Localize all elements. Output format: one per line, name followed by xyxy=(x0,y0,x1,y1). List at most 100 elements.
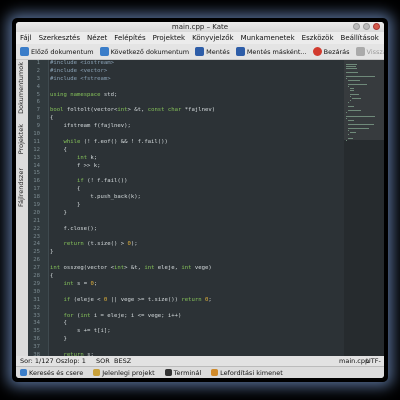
minimap-line xyxy=(350,100,351,102)
code-text: #include <iostream> xyxy=(50,60,114,66)
toolbar-button-0[interactable]: Előző dokumentum xyxy=(20,47,94,56)
bottom-tool-label: Keresés és csere xyxy=(29,368,84,377)
menu-item-7[interactable]: Eszközök xyxy=(302,32,334,44)
code-line[interactable]: 20 } xyxy=(33,209,344,218)
line-number: 25 xyxy=(33,249,40,256)
sidebar-tab-documents[interactable]: Dokumentumok xyxy=(17,62,27,114)
minimize-button[interactable] xyxy=(353,23,360,30)
sidebar-tab-filesystem[interactable]: Fájlrendszer xyxy=(17,168,27,207)
code-line[interactable]: 25} xyxy=(33,249,344,257)
line-number: 28 xyxy=(33,273,40,280)
minimap-line xyxy=(350,132,356,134)
code-line[interactable]: 37 xyxy=(33,344,344,352)
menu-item-8[interactable]: Beállítások xyxy=(341,32,379,44)
code-line[interactable]: 3 #include <fstream> xyxy=(37,75,344,84)
minimap-line xyxy=(346,118,347,120)
code-line[interactable]: 1 #include <iostream> xyxy=(37,60,344,68)
code-line[interactable]: 9 ifstream f(fajlnev); xyxy=(37,123,344,131)
code-line[interactable]: 31 if (eleje < 0 || vege >= t.size()) re… xyxy=(33,297,344,305)
minimap[interactable] xyxy=(344,60,384,356)
save-as-icon xyxy=(235,47,245,56)
sidebar-tab-projects[interactable]: Projektek xyxy=(17,124,27,154)
line-number: 13 xyxy=(33,154,40,161)
bottom-tool-3[interactable]: Lefordítási kimenet xyxy=(211,369,283,377)
menu-item-2[interactable]: Nézet xyxy=(87,32,107,44)
code-line[interactable]: 11 while (! f.eof() && ! f.fail()) xyxy=(33,139,344,147)
code-line[interactable]: 22 f.close(); xyxy=(33,225,344,234)
close-window-button[interactable] xyxy=(373,23,380,30)
code-line[interactable]: 14 f >> k; xyxy=(33,163,344,171)
kate-window: main.cpp – Kate Fájl Szerkesztés Nézet Felé… xyxy=(16,22,384,378)
arrow-left-icon xyxy=(20,47,29,56)
line-number: 31 xyxy=(33,296,40,303)
undo-icon xyxy=(355,47,365,56)
code-line[interactable]: 36 } xyxy=(33,336,344,344)
code-text: #include <fstream> xyxy=(50,75,111,82)
toolbar-button-4[interactable]: Bezárás xyxy=(312,47,350,56)
toolbar-button-2[interactable]: Mentés xyxy=(195,47,230,56)
line-number: 22 xyxy=(33,225,40,232)
title-bar[interactable]: main.cpp – Kate xyxy=(16,22,384,32)
code-line[interactable]: 5 using namespace std; xyxy=(37,92,344,100)
line-number: 36 xyxy=(33,336,40,343)
save-icon xyxy=(195,47,205,56)
menu-item-1[interactable]: Szerkesztés xyxy=(39,32,80,44)
code-line[interactable]: 26 xyxy=(33,257,344,265)
screen-background: main.cpp – Kate Fájl Szerkesztés Nézet Felé… xyxy=(0,0,400,400)
maximize-button[interactable] xyxy=(363,23,370,30)
code-text: s += t[i]; xyxy=(50,328,111,335)
menu-item-5[interactable]: Könyvjelzők xyxy=(192,32,233,44)
code-line[interactable]: 12 { xyxy=(33,146,344,155)
bottom-tool-0[interactable]: Keresés és csere xyxy=(20,369,83,377)
bottom-tool-1[interactable]: Jelenlegi projekt xyxy=(93,369,155,377)
code-line[interactable]: 23 xyxy=(33,234,344,242)
code-line[interactable]: 18 t.push_back(k); xyxy=(33,194,344,202)
code-text: } xyxy=(50,209,67,216)
code-line[interactable]: 21 xyxy=(33,218,344,226)
code-line[interactable]: 8{ xyxy=(37,115,344,123)
menu-item-4[interactable]: Projektek xyxy=(153,32,186,44)
code-line[interactable]: 15 xyxy=(33,170,344,178)
terminal-icon xyxy=(164,369,172,376)
toolbar-button-1[interactable]: Következő dokumentum xyxy=(99,47,189,56)
code-text: f.close(); xyxy=(50,225,98,232)
code-area[interactable]: 1 #include <iostream> 2 #include <vector> 3 #… xyxy=(33,60,344,356)
line-number: 17 xyxy=(33,186,40,193)
code-text: int osszeg(vector <int> &t, int eleje, i… xyxy=(50,265,212,272)
code-line[interactable]: 30 xyxy=(33,289,344,297)
code-line[interactable]: 29 int s = 0; xyxy=(33,281,344,289)
search-icon xyxy=(20,369,27,376)
code-line[interactable]: 6 xyxy=(37,99,344,107)
code-line[interactable]: 7 bool foltolt(vector<int> &t, const char… xyxy=(37,107,344,115)
menu-item-6[interactable]: Munkamenetek xyxy=(241,32,295,44)
code-line[interactable]: 4 xyxy=(37,84,344,92)
code-line[interactable]: 17 { xyxy=(33,186,344,194)
code-line[interactable]: 19 } xyxy=(33,202,344,210)
code-line[interactable]: 35 s += t[i]; xyxy=(33,328,344,336)
code-line[interactable]: 16 if (! f.fail()) xyxy=(33,178,344,186)
menu-item-3[interactable]: Felépítés xyxy=(114,32,145,44)
bottom-tool-2[interactable]: Terminál xyxy=(164,369,201,377)
minimap-line xyxy=(346,68,357,70)
code-editor[interactable]: 1 #include <iostream> 2 #include <vector> 3 #… xyxy=(28,60,344,356)
code-line[interactable]: 24 return (t.size() > 0); xyxy=(33,241,344,249)
code-text: } xyxy=(50,336,67,343)
code-text: { xyxy=(50,273,54,280)
main-toolbar: Előző dokumentum Következő dokumentum Ment… xyxy=(16,44,384,60)
minimap-line xyxy=(348,80,360,82)
code-line[interactable]: 10 xyxy=(33,131,344,139)
line-number: 14 xyxy=(33,162,40,169)
code-line[interactable]: 2 #include <vector> xyxy=(37,68,344,76)
code-line[interactable]: 32 xyxy=(33,305,344,313)
menu-item-0[interactable]: Fájl xyxy=(20,32,32,44)
line-number: 34 xyxy=(33,320,40,327)
toolbar-button-5[interactable]: Visszavonás xyxy=(355,47,384,56)
code-line[interactable]: 28 { xyxy=(33,273,344,281)
code-line[interactable]: 27 int osszeg(vector <int> &t, int eleje,… xyxy=(33,265,344,273)
toolbar-button-3[interactable]: Mentés másként... xyxy=(235,47,307,56)
code-line[interactable]: 34 { xyxy=(33,320,344,328)
minimap-line xyxy=(348,138,354,140)
code-line[interactable]: 13 int k; xyxy=(33,155,344,163)
code-text: { xyxy=(50,146,67,153)
code-line[interactable]: 33 for (int i = eleje; i <= vege; i++) xyxy=(33,313,344,321)
